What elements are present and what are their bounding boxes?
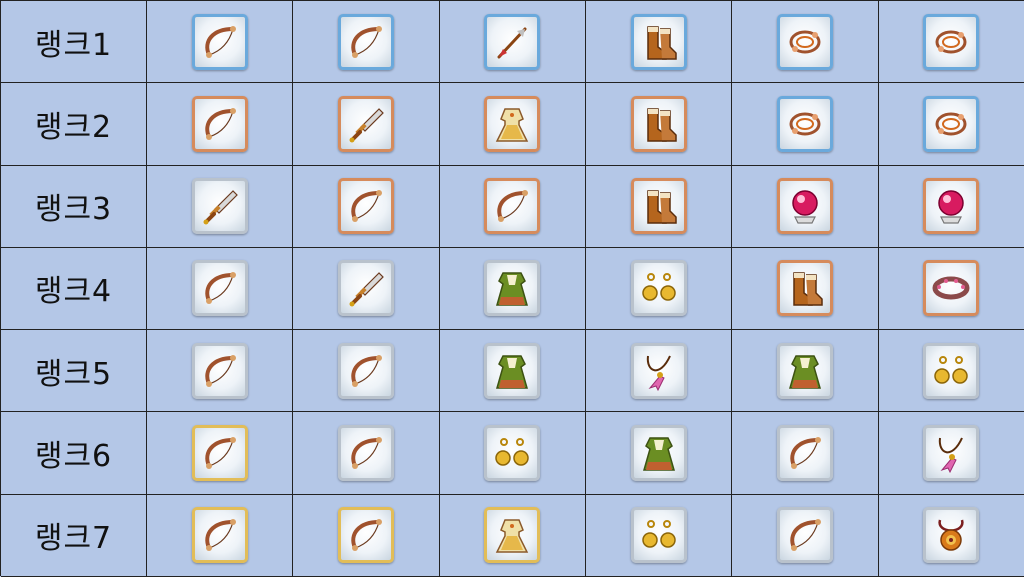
bracelet-icon[interactable] bbox=[776, 95, 833, 152]
rank-label-cell: 랭크6 bbox=[1, 412, 147, 495]
dagger-icon[interactable] bbox=[337, 260, 394, 317]
bracelet-icon[interactable] bbox=[923, 13, 980, 70]
equipment-slot-cell bbox=[439, 494, 586, 577]
bow-icon[interactable] bbox=[191, 342, 248, 399]
equipment-slot-cell bbox=[585, 412, 733, 495]
rank-label: 랭크5 bbox=[34, 356, 113, 392]
arrow-icon[interactable] bbox=[484, 13, 541, 70]
equipment-slot-cell bbox=[878, 1, 1024, 84]
boots-icon[interactable] bbox=[630, 178, 687, 235]
bracelet-icon[interactable] bbox=[776, 13, 833, 70]
necklace-icon[interactable] bbox=[923, 424, 980, 481]
equipment-slot-cell bbox=[293, 165, 440, 248]
equipment-slot-cell bbox=[585, 165, 733, 248]
equipment-slot-cell bbox=[878, 83, 1024, 166]
equipment-slot-cell bbox=[147, 1, 294, 84]
equipment-slot-cell bbox=[732, 1, 879, 84]
bow-icon[interactable] bbox=[337, 178, 394, 235]
equipment-slot-cell bbox=[293, 330, 440, 413]
equipment-slot-cell bbox=[439, 165, 586, 248]
earrings-icon[interactable] bbox=[630, 260, 687, 317]
equipment-slot-cell bbox=[147, 412, 294, 495]
bow-icon[interactable] bbox=[337, 424, 394, 481]
equipment-slot-cell bbox=[439, 247, 586, 331]
bow-icon[interactable] bbox=[776, 507, 833, 564]
rank-label: 랭크4 bbox=[34, 274, 113, 310]
earrings-icon[interactable] bbox=[923, 342, 980, 399]
bow-icon[interactable] bbox=[337, 507, 394, 564]
equipment-slot-cell bbox=[878, 330, 1024, 413]
equipment-slot-cell bbox=[293, 1, 440, 84]
equipment-slot-cell bbox=[147, 247, 294, 331]
dagger-icon[interactable] bbox=[337, 95, 394, 152]
equipment-slot-cell bbox=[293, 494, 440, 577]
equipment-rank-table: 랭크1 랭크2 랭크3 랭크4 랭크5 랭크6 랭크7 bbox=[0, 0, 1024, 577]
rank-label-cell: 랭크4 bbox=[1, 247, 147, 331]
bow-icon[interactable] bbox=[191, 13, 248, 70]
equipment-slot-cell bbox=[439, 83, 586, 166]
bow-icon[interactable] bbox=[191, 424, 248, 481]
rank-label: 랭크7 bbox=[34, 521, 113, 557]
rank-label: 랭크1 bbox=[34, 27, 113, 63]
equipment-slot-cell bbox=[732, 83, 879, 166]
bow-icon[interactable] bbox=[191, 507, 248, 564]
robe-icon[interactable] bbox=[630, 424, 687, 481]
rank-label-cell: 랭크1 bbox=[1, 1, 147, 84]
robe-icon[interactable] bbox=[484, 342, 541, 399]
equipment-slot-cell bbox=[585, 247, 733, 331]
bow-icon[interactable] bbox=[337, 13, 394, 70]
equipment-slot-cell bbox=[732, 247, 879, 331]
bow-icon[interactable] bbox=[191, 260, 248, 317]
robe-icon[interactable] bbox=[484, 260, 541, 317]
equipment-slot-cell bbox=[293, 83, 440, 166]
dress-icon[interactable] bbox=[484, 95, 541, 152]
rank-label: 랭크2 bbox=[34, 109, 113, 145]
equipment-slot-cell bbox=[732, 494, 879, 577]
robe-icon[interactable] bbox=[776, 342, 833, 399]
rank-label-cell: 랭크3 bbox=[1, 165, 147, 248]
equipment-slot-cell bbox=[732, 330, 879, 413]
boots-icon[interactable] bbox=[630, 95, 687, 152]
bow-icon[interactable] bbox=[776, 424, 833, 481]
rank-label: 랭크3 bbox=[34, 192, 113, 228]
bracelet-icon[interactable] bbox=[923, 95, 980, 152]
equipment-slot-cell bbox=[293, 247, 440, 331]
equipment-slot-cell bbox=[878, 412, 1024, 495]
equipment-slot-cell bbox=[585, 83, 733, 166]
equipment-slot-cell bbox=[585, 330, 733, 413]
amulet-icon[interactable] bbox=[923, 507, 980, 564]
earrings-icon[interactable] bbox=[630, 507, 687, 564]
equipment-slot-cell bbox=[147, 165, 294, 248]
equipment-slot-cell bbox=[147, 494, 294, 577]
equipment-slot-cell bbox=[293, 412, 440, 495]
equipment-slot-cell bbox=[439, 412, 586, 495]
dress-icon[interactable] bbox=[484, 507, 541, 564]
equipment-slot-cell bbox=[878, 494, 1024, 577]
necklace-icon[interactable] bbox=[630, 342, 687, 399]
bow-icon[interactable] bbox=[191, 95, 248, 152]
equipment-slot-cell bbox=[439, 1, 586, 84]
dagger-icon[interactable] bbox=[191, 178, 248, 235]
equipment-slot-cell bbox=[147, 330, 294, 413]
boots-icon[interactable] bbox=[776, 260, 833, 317]
rank-label-cell: 랭크5 bbox=[1, 330, 147, 413]
rank-label-cell: 랭크7 bbox=[1, 494, 147, 577]
equipment-slot-cell bbox=[585, 1, 733, 84]
equipment-slot-cell bbox=[147, 83, 294, 166]
equipment-slot-cell bbox=[878, 247, 1024, 331]
equipment-slot-cell bbox=[732, 165, 879, 248]
rank-label: 랭크6 bbox=[34, 438, 113, 474]
orb-icon[interactable] bbox=[923, 178, 980, 235]
bow-icon[interactable] bbox=[337, 342, 394, 399]
bow-icon[interactable] bbox=[484, 178, 541, 235]
orb-icon[interactable] bbox=[776, 178, 833, 235]
equipment-slot-cell bbox=[585, 494, 733, 577]
rank-label-cell: 랭크2 bbox=[1, 83, 147, 166]
earrings-icon[interactable] bbox=[484, 424, 541, 481]
boots-icon[interactable] bbox=[630, 13, 687, 70]
equipment-slot-cell bbox=[439, 330, 586, 413]
equipment-slot-cell bbox=[878, 165, 1024, 248]
equipment-slot-cell bbox=[732, 412, 879, 495]
bangle-icon[interactable] bbox=[923, 260, 980, 317]
